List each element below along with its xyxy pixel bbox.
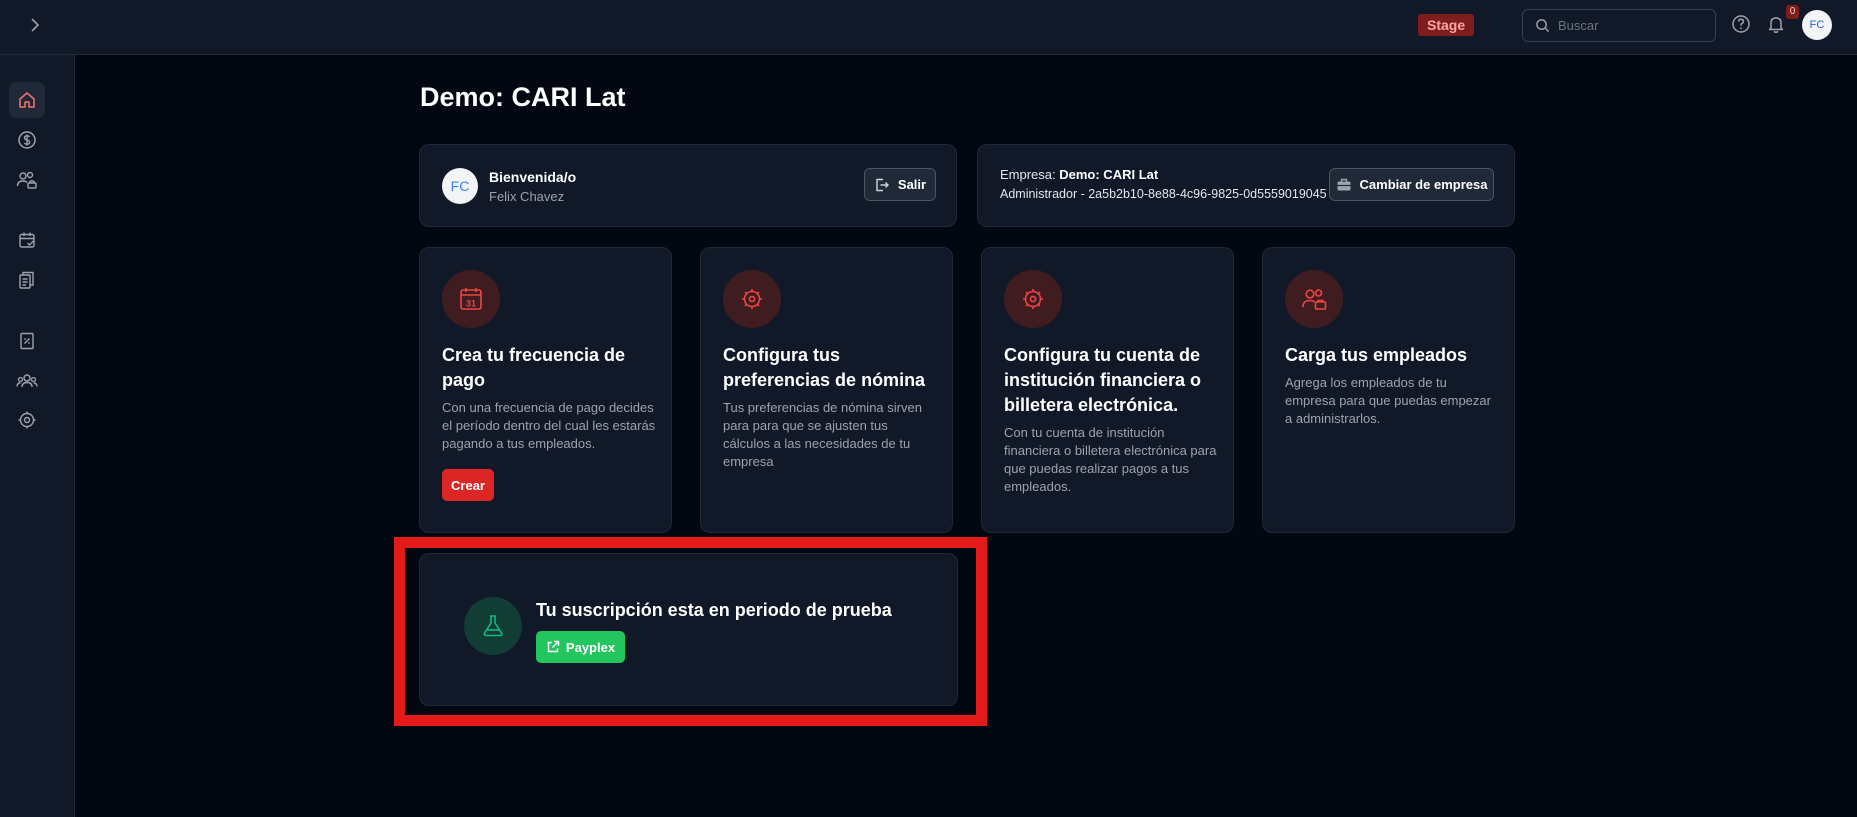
svg-text:31: 31 [466, 299, 476, 309]
sidebar-item-team[interactable] [9, 363, 45, 399]
sidebar-item-calendar[interactable] [9, 222, 45, 258]
search-box[interactable] [1522, 9, 1716, 42]
welcome-title: Bienvenida/o [489, 169, 577, 185]
logout-icon [876, 178, 889, 191]
create-frequency-button[interactable]: Crear [442, 469, 494, 501]
welcome-card: FC Bienvenida/o Felix Chavez Salir [419, 144, 957, 227]
employees-icon [1302, 289, 1327, 310]
sidebar-item-receipts[interactable] [9, 323, 45, 359]
highlight-annotation [394, 537, 987, 726]
page-title: Demo: CARI Lat [420, 82, 626, 112]
notification-count-badge: 0 [1786, 5, 1799, 19]
sidebar [0, 55, 75, 817]
step-icon-circle [1285, 270, 1343, 328]
receipt-icon [20, 332, 34, 350]
settings-icon [18, 411, 36, 429]
help-button[interactable] [1731, 14, 1753, 36]
env-badge: Stage [1418, 14, 1475, 36]
search-input[interactable] [1558, 18, 1708, 33]
sidebar-item-payments[interactable] [9, 122, 45, 158]
calendar-check-icon [19, 232, 35, 248]
home-icon [19, 92, 35, 108]
avatar: FC [442, 168, 478, 204]
documents-icon [19, 271, 34, 289]
step-description: Agrega los empleados de tu empresa para … [1285, 375, 1491, 426]
step-title: Carga tus empleados [1285, 345, 1468, 365]
company-prefix: Empresa: [1000, 167, 1060, 182]
calendar-icon: 31 [460, 288, 482, 310]
admin-id: Administrador - 2a5b2b10-8e88-4c96-9825-… [1000, 187, 1327, 201]
step-title: Configura tus preferencias de nómina [723, 345, 926, 390]
step-card-payment-frequency: 31 Crea tu frecuencia de pago Con una fr… [419, 247, 672, 533]
change-company-button[interactable]: Cambiar de empresa [1329, 168, 1494, 201]
top-bar: Stage 0 FC [0, 0, 1857, 55]
step-card-employees[interactable]: Carga tus empleados Agrega los empleados… [1262, 247, 1515, 533]
step-card-payroll-preferences[interactable]: Configura tus preferencias de nómina Tus… [700, 247, 953, 533]
step-description: Con una frecuencia de pago decides el pe… [442, 400, 656, 451]
question-icon [1732, 15, 1750, 33]
user-name: Felix Chavez [489, 189, 565, 204]
team-icon [16, 374, 38, 388]
sidebar-item-documents[interactable] [9, 262, 45, 298]
step-card-financial-account[interactable]: Configura tu cuenta de institución finan… [981, 247, 1234, 533]
logout-button[interactable]: Salir [864, 168, 936, 201]
briefcase-icon [1337, 178, 1351, 190]
step-icon-circle [723, 270, 781, 328]
step-description: Con tu cuenta de institución financiera … [1004, 425, 1217, 494]
sidebar-item-settings[interactable] [9, 402, 45, 438]
sidebar-item-home[interactable] [9, 82, 45, 118]
company-name: Demo: CARI Lat [1059, 167, 1159, 182]
dollar-icon [18, 131, 36, 149]
step-icon-circle [1004, 270, 1062, 328]
expand-sidebar-button[interactable] [24, 14, 46, 36]
company-info: Empresa: Demo: CARI Lat [1000, 167, 1158, 182]
gear-icon [1023, 289, 1043, 309]
chevron-right-icon [31, 18, 40, 32]
user-avatar[interactable]: FC [1802, 10, 1832, 40]
step-icon-circle: 31 [442, 270, 500, 328]
sidebar-item-users[interactable] [9, 162, 45, 198]
step-title: Configura tu cuenta de institución finan… [1004, 345, 1202, 415]
logout-label: Salir [897, 177, 927, 192]
bell-icon [1768, 17, 1784, 33]
users-lock-icon [16, 171, 37, 189]
company-card: Empresa: Demo: CARI Lat Administrador - … [977, 144, 1515, 227]
step-title: Crea tu frecuencia de pago [442, 345, 626, 390]
search-icon [1536, 19, 1550, 33]
change-company-label: Cambiar de empresa [1359, 177, 1488, 192]
notifications-button[interactable] [1766, 14, 1788, 36]
step-description: Tus preferencias de nómina sirven para p… [723, 400, 922, 469]
gear-icon [742, 289, 762, 309]
